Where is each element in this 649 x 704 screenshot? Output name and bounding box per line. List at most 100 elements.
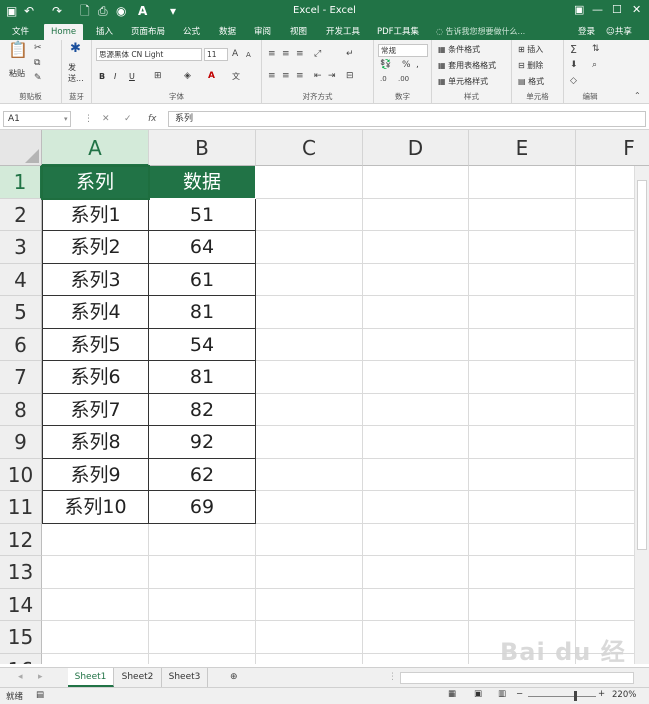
- sheet-tab-sheet3[interactable]: Sheet3: [162, 668, 208, 687]
- horizontal-scrollbar[interactable]: [400, 672, 634, 684]
- table-cell[interactable]: 69: [149, 491, 256, 524]
- row-header-3[interactable]: 3: [0, 231, 42, 264]
- tab-file[interactable]: 文件: [12, 26, 29, 38]
- vertical-scrollbar[interactable]: [634, 166, 649, 664]
- tell-me-box[interactable]: ◌ 告诉我您想要做什么...: [436, 26, 525, 38]
- align-right-icon[interactable]: ≡: [296, 71, 304, 82]
- decrease-indent-icon[interactable]: ⇤: [314, 71, 322, 82]
- ribbon-display-icon[interactable]: ▣: [574, 3, 584, 16]
- tab-review[interactable]: 审阅: [254, 26, 271, 38]
- sheet-tab-sheet2[interactable]: Sheet2: [114, 668, 162, 687]
- normal-view-icon[interactable]: ▦: [448, 689, 456, 699]
- row-header-12[interactable]: 12: [0, 523, 42, 556]
- table-cell[interactable]: 系列7: [42, 393, 149, 426]
- table-cell[interactable]: 系列1: [42, 198, 149, 231]
- column-header-d[interactable]: D: [363, 130, 469, 166]
- copy-icon[interactable]: ⧉: [34, 58, 40, 69]
- decrease-decimal-icon[interactable]: .00: [398, 74, 409, 85]
- insert-cells-button[interactable]: ⊞ 插入: [518, 44, 543, 55]
- zoom-out-icon[interactable]: −: [516, 689, 523, 699]
- bold-button[interactable]: B: [99, 71, 105, 82]
- fill-icon[interactable]: ⬇: [570, 60, 578, 71]
- zoom-slider-thumb[interactable]: [574, 691, 577, 701]
- row-header-9[interactable]: 9: [0, 426, 42, 459]
- table-cell[interactable]: 系列3: [42, 263, 149, 296]
- align-middle-icon[interactable]: ≡: [282, 49, 290, 60]
- add-sheet-icon[interactable]: ⊕: [230, 672, 238, 683]
- login-link[interactable]: 登录: [578, 26, 595, 38]
- number-format-select[interactable]: 常规: [378, 44, 428, 57]
- table-cell[interactable]: 81: [149, 296, 256, 329]
- table-cell[interactable]: 61: [149, 263, 256, 296]
- zoom-slider[interactable]: [528, 696, 596, 697]
- autosum-icon[interactable]: Σ: [570, 44, 577, 55]
- row-header-14[interactable]: 14: [0, 588, 42, 621]
- enter-icon[interactable]: ✓: [124, 111, 132, 127]
- orientation-icon[interactable]: ⤢: [314, 49, 321, 60]
- row-header-8[interactable]: 8: [0, 393, 42, 426]
- row-header-7[interactable]: 7: [0, 361, 42, 394]
- tab-insert[interactable]: 插入: [96, 26, 113, 38]
- bluetooth-icon[interactable]: ✱: [70, 42, 81, 55]
- tab-split-icon[interactable]: ⋮: [388, 672, 397, 683]
- column-header-c[interactable]: C: [256, 130, 363, 166]
- conditional-formatting-button[interactable]: ▦ 条件格式: [438, 44, 480, 55]
- wrap-text-icon[interactable]: ↵: [346, 49, 354, 60]
- table-cell[interactable]: 系列5: [42, 328, 149, 361]
- close-icon[interactable]: ✕: [632, 3, 641, 16]
- table-cell[interactable]: 系列9: [42, 458, 149, 491]
- zoom-level[interactable]: 220%: [612, 690, 636, 700]
- table-cell[interactable]: 系列6: [42, 361, 149, 394]
- align-top-icon[interactable]: ≡: [268, 49, 276, 60]
- sort-filter-icon[interactable]: ⇅: [592, 44, 600, 55]
- paste-button[interactable]: 粘贴: [9, 68, 25, 79]
- table-cell[interactable]: 64: [149, 231, 256, 264]
- table-cell[interactable]: 系列10: [42, 491, 149, 524]
- fill-color-icon[interactable]: ◈: [184, 71, 191, 82]
- currency-icon[interactable]: 💱: [380, 60, 391, 71]
- cell-styles-button[interactable]: ▦ 单元格样式: [438, 76, 488, 87]
- table-cell[interactable]: 系列8: [42, 426, 149, 459]
- find-select-icon[interactable]: ⌕: [592, 60, 597, 71]
- worksheet-grid[interactable]: ABCDEF12345678910111213141516系列数据系列151系列…: [0, 130, 649, 664]
- table-cell[interactable]: 51: [149, 198, 256, 231]
- borders-icon[interactable]: ⊞: [154, 71, 162, 82]
- row-header-6[interactable]: 6: [0, 328, 42, 361]
- format-as-table-button[interactable]: ▦ 套用表格格式: [438, 60, 496, 71]
- share-button[interactable]: ☺共享: [606, 26, 632, 38]
- align-left-icon[interactable]: ≡: [268, 71, 276, 82]
- row-header-16[interactable]: 16: [0, 653, 42, 664]
- page-layout-view-icon[interactable]: ▣: [474, 689, 482, 699]
- align-center-icon[interactable]: ≡: [282, 71, 290, 82]
- select-all-button[interactable]: [0, 130, 42, 166]
- sheet-tab-sheet1[interactable]: Sheet1: [68, 668, 114, 687]
- cut-icon[interactable]: ✂: [34, 43, 42, 54]
- formula-input[interactable]: 系列: [168, 111, 646, 127]
- tab-page-layout[interactable]: 页面布局: [131, 26, 165, 38]
- format-painter-icon[interactable]: ✎: [34, 73, 42, 84]
- row-header-4[interactable]: 4: [0, 263, 42, 296]
- macro-record-icon[interactable]: ▤: [36, 690, 44, 700]
- table-cell[interactable]: 系列4: [42, 296, 149, 329]
- next-sheet-icon[interactable]: ▸: [38, 672, 43, 683]
- zoom-in-icon[interactable]: +: [598, 689, 605, 699]
- collapse-ribbon-icon[interactable]: ⌃: [634, 90, 641, 101]
- tab-pdf-tools[interactable]: PDF工具集: [377, 26, 419, 38]
- underline-button[interactable]: U: [129, 71, 135, 82]
- minimize-icon[interactable]: —: [592, 3, 603, 16]
- name-box-dropdown-icon[interactable]: ▾: [64, 111, 68, 127]
- tab-data[interactable]: 数据: [219, 26, 236, 38]
- page-break-view-icon[interactable]: ▥: [498, 689, 506, 699]
- row-header-2[interactable]: 2: [0, 198, 42, 231]
- row-header-13[interactable]: 13: [0, 556, 42, 589]
- italic-button[interactable]: I: [114, 71, 116, 82]
- tab-formulas[interactable]: 公式: [183, 26, 200, 38]
- increase-indent-icon[interactable]: ⇥: [328, 71, 336, 82]
- row-header-11[interactable]: 11: [0, 491, 42, 524]
- row-header-10[interactable]: 10: [0, 458, 42, 491]
- tab-home[interactable]: Home: [44, 24, 84, 40]
- phonetic-icon[interactable]: 文: [232, 71, 240, 82]
- percent-icon[interactable]: %: [402, 60, 411, 71]
- vertical-scroll-thumb[interactable]: [637, 180, 647, 550]
- column-header-b[interactable]: B: [149, 130, 256, 166]
